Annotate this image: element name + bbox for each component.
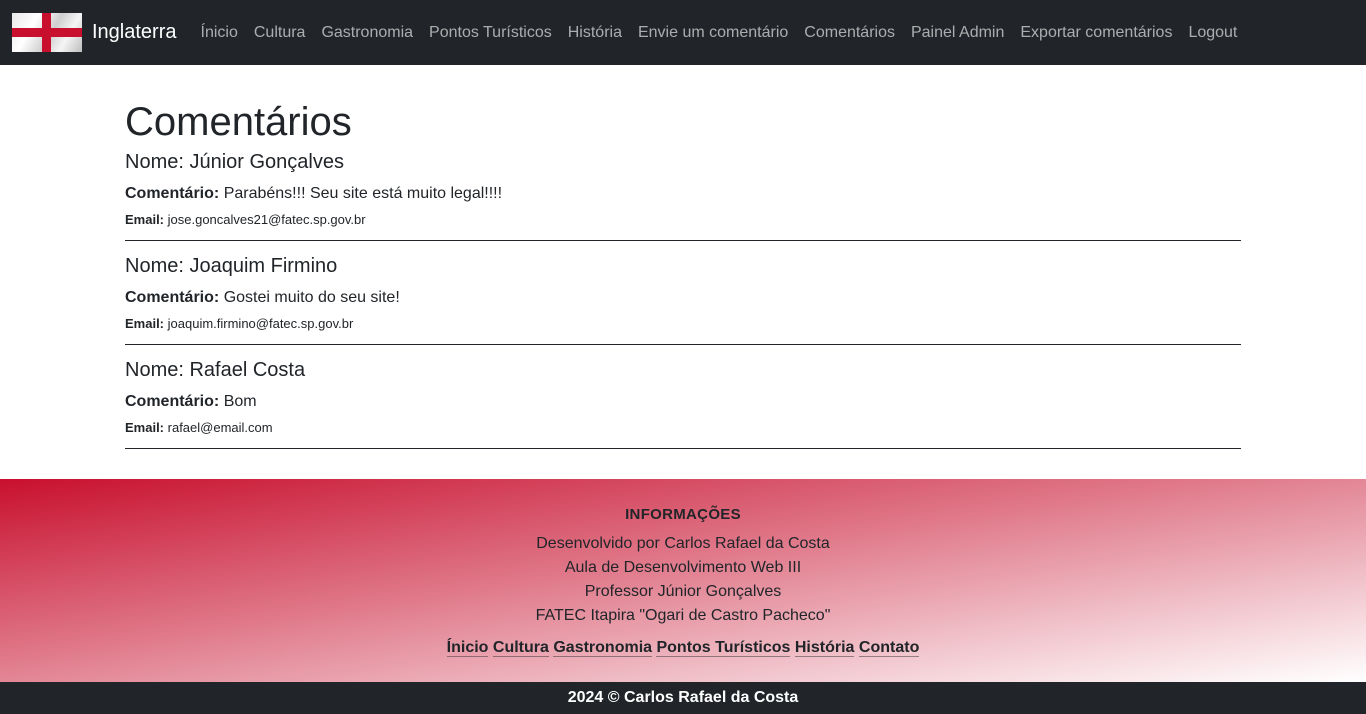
comment-body: Comentário: Bom [125,390,1241,414]
footer-link-historia[interactable]: História [794,639,855,657]
comment-label: Comentário: [125,289,220,306]
footer-info-line: Aula de Desenvolvimento Web III [564,559,802,576]
nav-link-comentarios[interactable]: Comentários [796,24,903,42]
footer-info: Desenvolvido por Carlos Rafael da Costa … [0,532,1366,628]
nav-link-gastronomia[interactable]: Gastronomia [313,24,421,42]
footer-link-cultura[interactable]: Cultura [492,639,549,657]
brand-link[interactable]: Inglaterra [12,13,177,52]
footer-link-inicio[interactable]: Ínicio [446,639,489,657]
main-content: Comentários Nome: Júnior Gonçalves Comen… [125,98,1241,462]
nav-link-envie-comentario[interactable]: Envie um comentário [630,24,796,42]
comment-body: Comentário: Gostei muito do seu site! [125,286,1241,310]
comment-text: Gostei muito do seu site! [223,289,400,306]
footer-links: Ínicio Cultura Gastronomia Pontos Turíst… [0,636,1366,660]
email-label: Email: [125,212,165,227]
nav-link-logout[interactable]: Logout [1180,24,1245,42]
nav-links: Ínicio Cultura Gastronomia Pontos Turíst… [193,24,1246,42]
comment-author: Nome: Joaquim Firmino [125,255,338,277]
footer-link-pontos-turisticos[interactable]: Pontos Turísticos [656,639,791,657]
footer-link-contato[interactable]: Contato [858,639,920,657]
footer-info-line: FATEC Itapira "Ogari de Castro Pacheco" [535,607,831,624]
footer-link-gastronomia[interactable]: Gastronomia [553,639,653,657]
nav-link-historia[interactable]: História [560,24,630,42]
comment-email: Email: jose.goncalves21@fatec.sp.gov.br [125,210,1241,230]
email-value: jose.goncalves21@fatec.sp.gov.br [167,212,366,227]
nav-link-exportar-comentarios[interactable]: Exportar comentários [1012,24,1180,42]
comment-author: Nome: Rafael Costa [125,359,306,381]
page-title: Comentários [125,100,352,144]
footer: INFORMAÇÕES Desenvolvido por Carlos Rafa… [0,479,1366,682]
comment-label: Comentário: [125,185,220,202]
comment-email: Email: joaquim.firmino@fatec.sp.gov.br [125,314,1241,334]
comment-item: Nome: Joaquim Firmino Comentário: Gostei… [125,254,1241,345]
email-label: Email: [125,420,165,435]
comment-author: Nome: Júnior Gonçalves [125,151,344,173]
email-value: joaquim.firmino@fatec.sp.gov.br [167,316,354,331]
email-label: Email: [125,316,165,331]
email-value: rafael@email.com [167,420,273,435]
footer-title: INFORMAÇÕES [625,506,741,523]
nav-link-inicio[interactable]: Ínicio [193,24,246,42]
footer-info-line: Desenvolvido por Carlos Rafael da Costa [536,535,830,552]
comment-label: Comentário: [125,393,220,410]
navbar: Inglaterra Ínicio Cultura Gastronomia Po… [0,0,1366,65]
footer-info-line: Professor Júnior Gonçalves [584,583,782,600]
nav-link-cultura[interactable]: Cultura [246,24,314,42]
brand-name: Inglaterra [92,21,177,43]
england-flag-icon [12,13,82,52]
comment-body: Comentário: Parabéns!!! Seu site está mu… [125,182,1241,206]
comment-email: Email: rafael@email.com [125,418,1241,438]
comment-item: Nome: Rafael Costa Comentário: Bom Email… [125,358,1241,449]
comment-text: Bom [223,393,257,410]
nav-link-pontos-turisticos[interactable]: Pontos Turísticos [421,24,560,42]
copyright-bar: 2024 © Carlos Rafael da Costa [0,682,1366,714]
comment-text: Parabéns!!! Seu site está muito legal!!!… [223,185,503,202]
nav-link-painel-admin[interactable]: Painel Admin [903,24,1012,42]
comment-item: Nome: Júnior Gonçalves Comentário: Parab… [125,150,1241,241]
